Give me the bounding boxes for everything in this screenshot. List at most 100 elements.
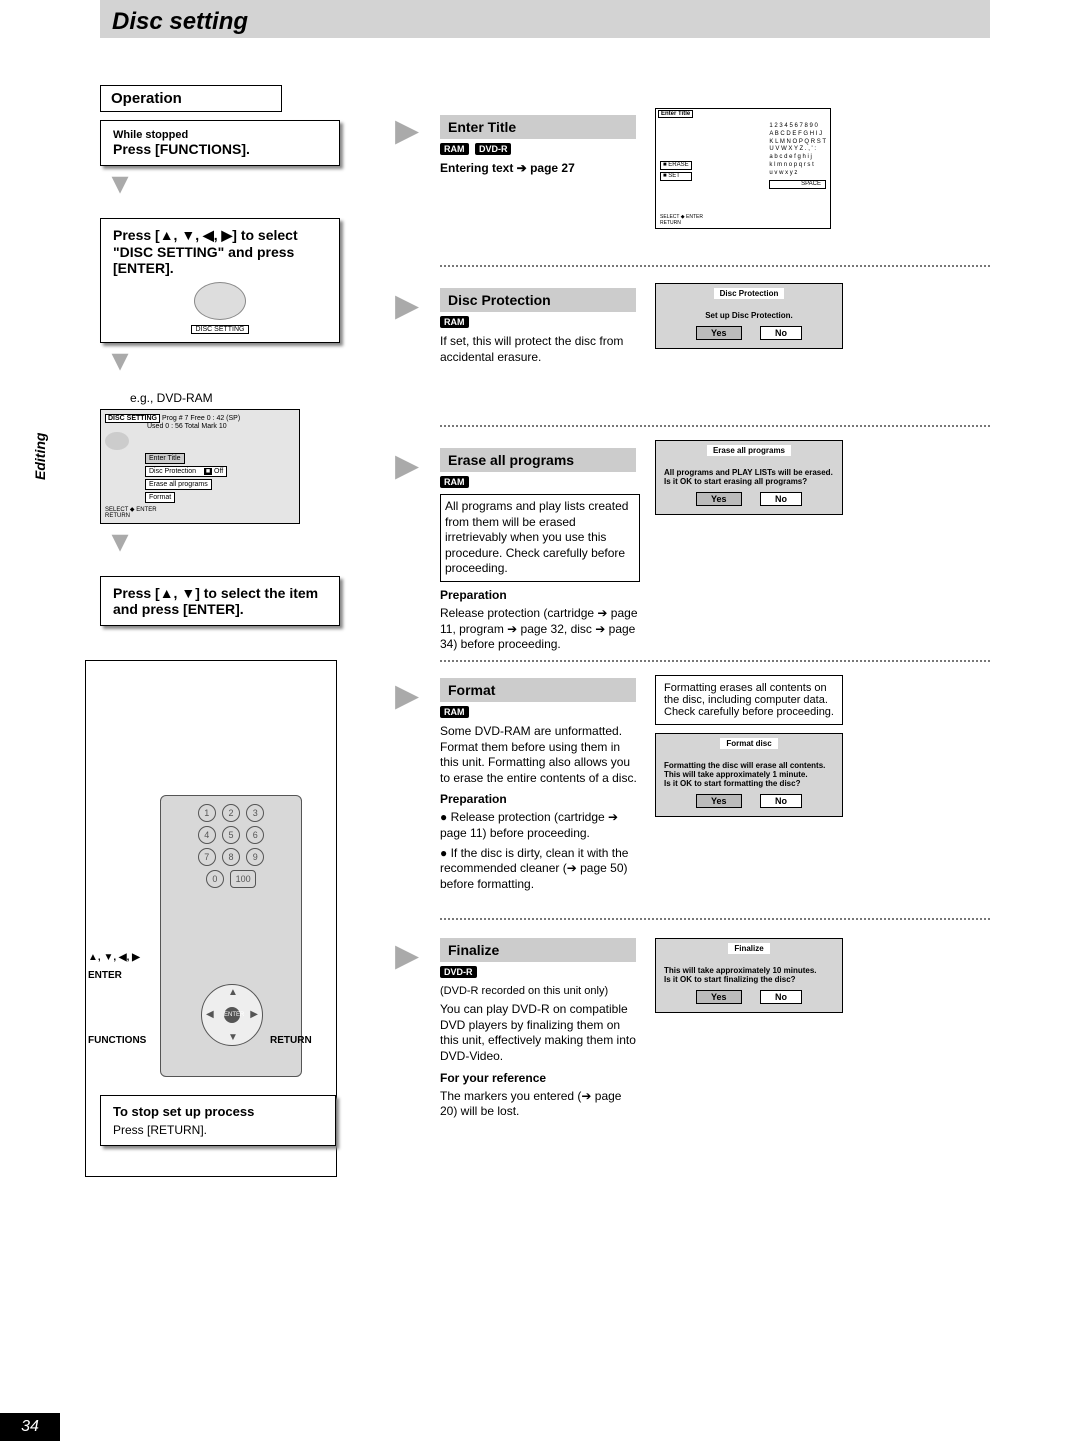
down-arrow-icon: ▾ — [100, 170, 140, 210]
step1-text: Press [FUNCTIONS]. — [113, 141, 250, 157]
mini-header: DISC SETTING — [105, 414, 160, 423]
disc-protection-dialog: Disc Protection Set up Disc Protection. … — [655, 283, 843, 349]
down-arrow-icon: ▾ — [100, 528, 140, 568]
while-stopped-label: While stopped — [113, 129, 327, 141]
char-row: U V W X Y Z . , ' : — [769, 146, 826, 154]
finalize-dialog: Finalize This will take approximately 10… — [655, 938, 843, 1013]
yes-btn: Yes — [696, 990, 742, 1004]
format-right: Formatting erases all contents on the di… — [655, 675, 843, 833]
char-row: 1 2 3 4 5 6 7 8 9 0 — [769, 123, 826, 131]
step2-box: Press [▲, ▼, ◀, ▶] to select "DISC SETTI… — [100, 218, 340, 343]
finalize-ref: The markers you entered (➔ page 20) will… — [440, 1089, 640, 1120]
dialog-title: Disc Protection — [714, 288, 785, 299]
disc-protection-body: If set, this will protect the disc from … — [440, 334, 630, 365]
erase-boxed: All programs and play lists created from… — [440, 494, 640, 582]
mini-screen: DISC SETTING Prog # 7 Free 0 : 42 (SP) U… — [100, 409, 300, 524]
char-row: A B C D E F G H I J — [769, 131, 826, 139]
disc-icon — [194, 282, 246, 320]
space-btn: SPACE — [769, 180, 826, 190]
disc-setting-label: DISC SETTING — [191, 325, 248, 334]
section-finalize: Finalize DVD-R (DVD-R recorded on this u… — [440, 938, 640, 1124]
erase-prep-h: Preparation — [440, 588, 640, 602]
badge-dvdr: DVD-R — [440, 966, 477, 978]
right-arrow-icon: ▸ — [395, 293, 435, 333]
set-btn: SET — [668, 173, 680, 179]
mini-used: Used 0 : 56 — [147, 423, 183, 430]
disc-protection-dialog-wrap: Disc Protection Set up Disc Protection. … — [655, 283, 843, 365]
right-arrow-icon: ▸ — [395, 943, 435, 983]
yes-btn: Yes — [696, 326, 742, 340]
char-row: k l m n o p q r s t — [769, 162, 826, 170]
dotted-divider — [440, 265, 990, 267]
num-btn: 8 — [222, 848, 240, 866]
section-enter-title: Enter Title RAM DVD-R Entering text ➔ pa… — [440, 115, 630, 181]
right-arrow-icon: ▸ — [395, 453, 435, 493]
page-title: Disc setting — [100, 0, 990, 38]
operation-column: Operation While stopped Press [FUNCTIONS… — [100, 85, 340, 626]
finalize-body: You can play DVD-R on compatible DVD pla… — [440, 1002, 640, 1064]
erase-prep: Release protection (cartridge ➔ page 11,… — [440, 606, 640, 653]
erase-heading: Erase all programs — [440, 448, 636, 472]
right-arrow-icon: ▸ — [395, 118, 435, 158]
step3-text: Press [▲, ▼] to select the item and pres… — [113, 585, 318, 617]
dialog-title: Format disc — [720, 738, 777, 749]
enter-title-heading: Enter Title — [440, 115, 636, 139]
manual-page: Disc setting Editing Operation While sto… — [0, 0, 1080, 1441]
mini-total: Total Mark 10 — [185, 423, 227, 430]
title-input-header: Enter Title — [658, 110, 693, 118]
no-btn: No — [760, 794, 802, 808]
format-prep1: ● Release protection (cartridge ➔ page 1… — [440, 810, 640, 841]
dotted-divider — [440, 918, 990, 920]
left-icon: ◀ — [206, 1009, 214, 1020]
mini-item-enter-title: Enter Title — [145, 453, 185, 464]
mini-disc-icon — [105, 432, 129, 450]
dotted-divider — [440, 660, 990, 662]
mini-free: Free 0 : 42 (SP) — [190, 415, 240, 422]
down-arrow-icon: ▾ — [100, 347, 140, 387]
remote-enter-btn: ENTER — [224, 1007, 240, 1023]
remote-return-label: RETURN — [270, 1035, 312, 1046]
mini-prog: Prog # 7 — [162, 415, 188, 422]
num-btn: 0 — [206, 870, 224, 888]
num-btn: 2 — [222, 804, 240, 822]
badge-ram: RAM — [440, 706, 469, 718]
section-format: Format RAM Some DVD-RAM are unformatted.… — [440, 678, 640, 896]
step1-box: While stopped Press [FUNCTIONS]. — [100, 120, 340, 166]
dialog-title: Finalize — [728, 943, 769, 954]
remote-dpad: ENTER ▲ ▼ ◀ ▶ — [201, 984, 263, 1046]
mini-enter: ENTER — [136, 507, 156, 513]
num-btn: 7 — [198, 848, 216, 866]
badge-ram: RAM — [440, 316, 469, 328]
badge-ram: RAM — [440, 476, 469, 488]
format-note: Formatting erases all contents on the di… — [655, 675, 843, 725]
page-number: 34 — [0, 1413, 60, 1441]
num-btn: 9 — [246, 848, 264, 866]
no-btn: No — [760, 326, 802, 340]
num-btn: 6 — [246, 826, 264, 844]
format-body: Some DVD-RAM are unformatted. Format the… — [440, 724, 640, 786]
char-row: u v w x y z — [769, 170, 826, 178]
disc-protection-heading: Disc Protection — [440, 288, 636, 312]
yes-btn: Yes — [696, 794, 742, 808]
no-btn: No — [760, 492, 802, 506]
side-label: Editing — [32, 433, 48, 480]
right-arrow-icon: ▸ — [395, 683, 435, 723]
up-icon: ▲ — [228, 987, 238, 998]
format-heading: Format — [440, 678, 636, 702]
remote-arrows-label: ▲, ▼, ◀, ▶ — [88, 952, 140, 963]
erase-dialog-wrap: Erase all programs All programs and PLAY… — [655, 440, 843, 531]
section-erase: Erase all programs RAM All programs and … — [440, 448, 640, 657]
dialog-title: Erase all programs — [707, 445, 791, 456]
mini-item-disc-protection: Disc Protection ■ Off — [145, 466, 227, 477]
remote-enter-label: ENTER — [88, 970, 122, 981]
dialog-msg: Set up Disc Protection. — [664, 311, 834, 320]
badge-dvdr: DVD-R — [475, 143, 512, 155]
ti-return: RETURN — [660, 220, 681, 226]
badge-ram: RAM — [440, 143, 469, 155]
ti-enter: ENTER — [686, 214, 703, 220]
num-btn: 5 — [222, 826, 240, 844]
mini-item-format: Format — [145, 492, 175, 503]
finalize-dialog-wrap: Finalize This will take approximately 10… — [655, 938, 843, 1029]
finalize-heading: Finalize — [440, 938, 636, 962]
finalize-ref-h: For your reference — [440, 1071, 640, 1085]
